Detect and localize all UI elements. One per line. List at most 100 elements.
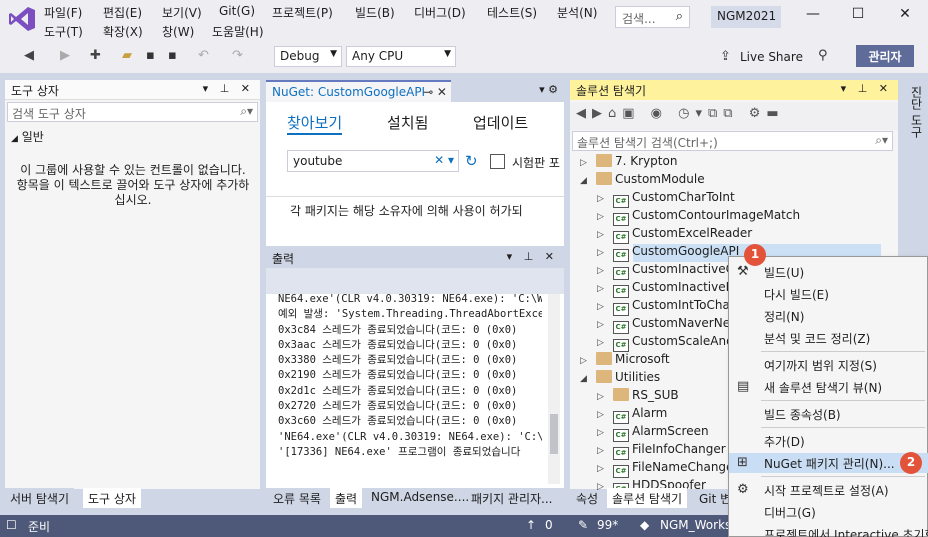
- menu-item-set-startup[interactable]: ⚙ 시작 프로젝트로 설정(A): [729, 480, 928, 500]
- tab-server-explorer[interactable]: 서버 탐색기: [5, 488, 75, 508]
- expand-icon[interactable]: ▷: [597, 320, 613, 330]
- menu-help[interactable]: 도움말(H): [212, 23, 264, 40]
- collapse-icon[interactable]: ◢: [580, 374, 596, 384]
- scrollbar-thumb[interactable]: [550, 414, 558, 454]
- tree-node[interactable]: ▷ C# CustomExcelReader: [597, 226, 752, 244]
- tab-menu-icon[interactable]: ▾ ⚙: [539, 83, 558, 96]
- tree-node[interactable]: ▷ Microsoft: [580, 352, 670, 370]
- expand-icon[interactable]: ▷: [597, 212, 613, 222]
- collapse-icon[interactable]: ◢: [580, 176, 596, 186]
- nuget-tab-browse[interactable]: 찾아보기: [287, 112, 343, 135]
- menu-tools[interactable]: 도구(T): [44, 23, 83, 40]
- save-all-icon[interactable]: ▪: [168, 48, 177, 63]
- menu-test[interactable]: 테스트(S): [487, 4, 537, 21]
- clear-icon[interactable]: ✕ ▾: [434, 153, 454, 167]
- expand-icon[interactable]: ▷: [597, 248, 613, 258]
- tree-node[interactable]: ▷ C# FileInfoChanger: [597, 442, 726, 460]
- expand-icon[interactable]: ▷: [597, 410, 613, 420]
- forward-icon[interactable]: ▶: [60, 48, 70, 63]
- menu-item-add[interactable]: 추가(D): [729, 431, 928, 451]
- minimize-button[interactable]: —: [798, 6, 828, 26]
- tree-node[interactable]: ▷ C# AlarmScreen: [597, 424, 709, 442]
- configuration-select[interactable]: Debug ▼: [274, 46, 342, 67]
- expand-icon[interactable]: ▷: [580, 158, 596, 168]
- save-icon[interactable]: ▪: [146, 48, 155, 63]
- expand-icon[interactable]: ▷: [597, 284, 613, 294]
- menu-item-build-dependencies[interactable]: 빌드 종속성(B): [729, 404, 928, 424]
- menu-item-scope[interactable]: 여기까지 범위 지정(S): [729, 355, 928, 375]
- prerelease-checkbox[interactable]: [490, 154, 505, 169]
- tree-node[interactable]: ▷ C# CustomGoogleAPI: [597, 244, 739, 262]
- tree-node[interactable]: ▷ C# CustomIntToCha: [597, 298, 730, 316]
- expand-icon[interactable]: ▷: [597, 392, 613, 402]
- back-icon[interactable]: ◀: [24, 48, 34, 63]
- tab-toolbox[interactable]: 도구 상자: [83, 488, 141, 508]
- expand-icon[interactable]: ▷: [597, 266, 613, 276]
- status-repo[interactable]: NGM_Works: [660, 518, 731, 532]
- tree-node[interactable]: ▷ C# CustomInactiveK: [597, 280, 733, 298]
- panel-pin-close-icons[interactable]: ▾ ⊥ ✕: [203, 82, 254, 95]
- expand-icon[interactable]: ▷: [597, 446, 613, 456]
- nuget-tab-installed[interactable]: 설치됨: [387, 112, 428, 133]
- admin-badge[interactable]: 관리자: [856, 45, 914, 67]
- undo-icon[interactable]: ↶: [198, 48, 209, 63]
- menu-project[interactable]: 프로젝트(P): [272, 4, 333, 21]
- tree-node[interactable]: ▷ C# CustomContourImageMatch: [597, 208, 800, 226]
- tab-nuget-customgoogleapi[interactable]: NuGet: CustomGoogleAPI ⊸ ✕: [266, 80, 451, 102]
- tree-node[interactable]: ▷ C# CustomNaverNe: [597, 316, 730, 334]
- close-button[interactable]: ✕: [890, 6, 920, 26]
- tree-node[interactable]: ▷ C# CustomScaleAnd: [597, 334, 734, 352]
- expand-icon[interactable]: ▷: [597, 464, 613, 474]
- tree-node[interactable]: ▷ RS_SUB: [597, 388, 679, 406]
- expand-icon[interactable]: ▷: [597, 194, 613, 204]
- tree-node[interactable]: ▷ C# CustomCharToInt: [597, 190, 735, 208]
- menu-edit[interactable]: 편집(E): [103, 4, 142, 21]
- tree-node[interactable]: ▷ 7. Krypton: [580, 154, 677, 172]
- tree-node[interactable]: ◢ CustomModule: [580, 172, 705, 190]
- menu-window[interactable]: 창(W): [162, 23, 194, 40]
- tab-solution-explorer[interactable]: 솔루션 탐색기: [607, 488, 688, 508]
- menu-build[interactable]: 빌드(B): [355, 4, 395, 21]
- feedback-icon[interactable]: ⚲: [818, 48, 828, 63]
- tab-output[interactable]: 출력: [330, 488, 363, 508]
- vertical-scrollbar[interactable]: [548, 294, 560, 484]
- tree-node[interactable]: ▷ C# Alarm: [597, 406, 667, 424]
- menu-item-analyze[interactable]: 분석 및 코드 정리(Z): [729, 328, 928, 348]
- open-folder-icon[interactable]: ▰: [122, 48, 132, 63]
- nuget-tab-updates[interactable]: 업데이트: [473, 112, 528, 133]
- menu-item-new-view[interactable]: ▤ 새 솔루션 탐색기 뷰(N): [729, 377, 928, 397]
- status-up-count[interactable]: 0: [545, 518, 553, 532]
- solution-explorer-toolbar[interactable]: ◀▶⌂▣ ◉ ◷▾⧉⧉ ⚙▬: [570, 102, 898, 130]
- panel-pin-close-icons[interactable]: ▾ ⊥ ✕: [507, 250, 558, 263]
- expand-icon[interactable]: ▷: [597, 428, 613, 438]
- redo-icon[interactable]: ↷: [232, 48, 243, 63]
- search-input[interactable]: 검색... ⌕: [615, 6, 690, 28]
- menu-item-debug[interactable]: 디버그(G): [729, 502, 928, 522]
- status-changes[interactable]: 99*: [597, 518, 618, 532]
- menu-debug[interactable]: 디버그(D): [414, 4, 466, 21]
- panel-pin-close-icons[interactable]: ▾ ⊥ ✕: [841, 82, 892, 95]
- tab-error-list[interactable]: 오류 목록: [268, 488, 326, 508]
- nuget-search-input[interactable]: youtube ✕ ▾: [287, 150, 459, 172]
- tab-ngm-adsense[interactable]: NGM.Adsense....: [366, 488, 474, 508]
- tree-node[interactable]: ◢ Utilities: [580, 370, 660, 388]
- menu-item-interactive[interactable]: 프로젝트에서 Interactive 초기화: [729, 524, 928, 537]
- tree-node[interactable]: ▷ C# CustomInactiveC: [597, 262, 734, 280]
- expand-icon[interactable]: ▷: [597, 302, 613, 312]
- menu-git[interactable]: Git(G): [219, 4, 255, 18]
- platform-select[interactable]: Any CPU ▼: [346, 46, 456, 67]
- expand-icon[interactable]: ▷: [597, 230, 613, 240]
- solution-explorer-search-input[interactable]: 솔루션 탐색기 검색(Ctrl+;) ⌕▾: [572, 131, 893, 151]
- toolbox-group-general[interactable]: ◢ 일반: [11, 128, 44, 145]
- close-icon[interactable]: ⊸ ✕: [423, 85, 447, 99]
- menu-item-rebuild[interactable]: 다시 빌드(E): [729, 284, 928, 304]
- tree-node[interactable]: ▷ C# FileNameChange: [597, 460, 733, 478]
- expand-icon[interactable]: ▷: [580, 356, 596, 366]
- new-project-icon[interactable]: ✚: [90, 48, 101, 63]
- menu-item-manage-nuget[interactable]: ⊞ NuGet 패키지 관리(N)...: [729, 453, 928, 473]
- toolbox-search-input[interactable]: 검색 도구 상자 ⌕▾: [7, 102, 258, 122]
- menu-extensions[interactable]: 확장(X): [103, 23, 143, 40]
- tab-package-manager[interactable]: 패키지 관리자...: [466, 488, 558, 508]
- tab-properties[interactable]: 속성: [571, 488, 603, 508]
- expand-icon[interactable]: ▷: [597, 338, 613, 348]
